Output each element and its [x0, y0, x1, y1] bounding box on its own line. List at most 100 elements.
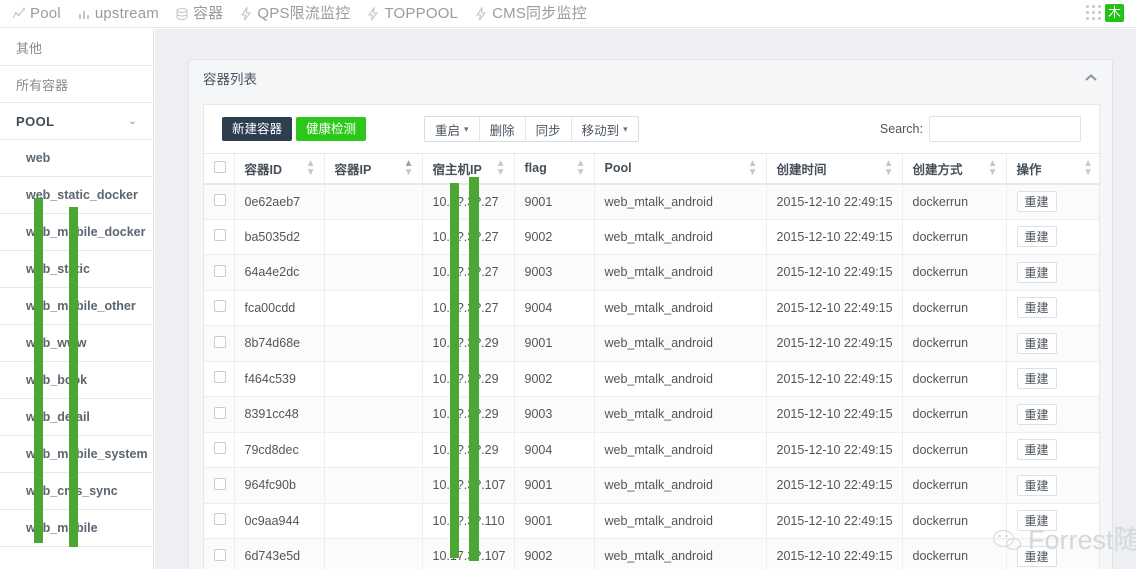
sidebar-item-web-cms-sync[interactable]: web_cms_sync [0, 473, 153, 510]
health-check-button[interactable]: 健康检测 [296, 117, 367, 141]
table-row[interactable]: fca00cdd 10.1?.3?.27 9004 web_mtalk_android… [204, 290, 1099, 326]
column-created-time[interactable]: 创建时间 ▲ ▼ [766, 153, 903, 185]
row-select-checkbox[interactable] [214, 513, 226, 526]
top-right-badge[interactable]: 木 [1086, 2, 1136, 24]
sidebar-item-web[interactable]: web [0, 140, 153, 177]
table-row[interactable]: 8391cc48 10.1?.3?.29 9003 web_mtalk_android… [204, 396, 1099, 433]
sidebar-item-web-mobile[interactable]: web_mobile [0, 510, 153, 547]
sidebar-group-pool[interactable]: POOL ⌄ [0, 103, 153, 140]
rebuild-button[interactable]: 重建 [1016, 403, 1057, 425]
cell-pool: web_mtalk_android [594, 325, 767, 362]
column-label: flag [524, 161, 547, 176]
nav-item-pool[interactable]: Pool [8, 6, 73, 21]
cell-created-time: 2015-12-10 22:49:15 [766, 467, 903, 504]
sidebar-item-web-book[interactable]: web_book [0, 362, 153, 399]
cell-container-id: 8391cc48 [234, 396, 325, 433]
sidebar-item-web-static[interactable]: web_static [0, 251, 153, 288]
column-container-ip[interactable]: 容器IP ▲ ▼ [324, 153, 423, 185]
move-to-dropdown-button[interactable]: 移动到 ▾ [571, 117, 638, 141]
bar-chart-icon [77, 7, 91, 21]
nav-item-qps-monitor[interactable]: QPS限流监控 [235, 6, 362, 21]
cell-flag: 9003 [514, 254, 595, 291]
cell-created-method: dockerrun [902, 503, 1007, 539]
create-container-button[interactable]: 新建容器 [222, 117, 293, 141]
cell-flag: 9002 [514, 219, 595, 255]
cell-created-method: dockerrun [902, 538, 1007, 569]
table-row[interactable]: 964fc90b 10.1?.3?.107 9001 web_mtalk_androi… [204, 467, 1099, 504]
rebuild-button[interactable]: 重建 [1016, 191, 1057, 212]
rebuild-button[interactable]: 重建 [1016, 297, 1057, 319]
row-select-checkbox[interactable] [214, 477, 226, 490]
table-row[interactable]: 64a4e2dc 10.1?.3?.27 9003 web_mtalk_android… [204, 254, 1099, 291]
rebuild-button[interactable]: 重建 [1016, 261, 1057, 283]
column-container-id[interactable]: 容器ID ▲ ▼ [234, 153, 325, 185]
rebuild-button[interactable]: 重建 [1016, 439, 1057, 461]
row-select-checkbox[interactable] [214, 300, 226, 313]
sidebar-item-web-mobile-docker[interactable]: web_mobile_docker [0, 214, 153, 251]
cell-actions: 重建 [1006, 432, 1099, 468]
rebuild-button[interactable]: 重建 [1016, 545, 1057, 567]
table-row[interactable]: 8b74d68e 10.1?.3?.29 9001 web_mtalk_android… [204, 325, 1099, 362]
top-navbar: Pool upstream 容器 QPS限流监控 TOPPOOL CMS同步监控… [0, 0, 1136, 28]
row-select-checkbox[interactable] [214, 548, 226, 561]
row-select-checkbox[interactable] [214, 264, 226, 277]
sidebar-item-label: web_mobile_other [26, 299, 136, 313]
select-all-checkbox[interactable] [214, 160, 226, 173]
sidebar-item-web-static-docker[interactable]: web_static_docker [0, 177, 153, 214]
table-row[interactable]: ba5035d2 10.1?.3?.27 9002 web_mtalk_android… [204, 219, 1099, 255]
sidebar-item-all-containers[interactable]: 所有容器 [0, 66, 153, 103]
column-actions[interactable]: 操作 ▲ ▼ [1006, 153, 1099, 185]
sidebar-item-other[interactable]: 其他 [0, 29, 153, 66]
cell-created-time: 2015-12-10 22:49:15 [766, 503, 903, 539]
cell-actions: 重建 [1006, 219, 1099, 255]
cell-actions: 重建 [1006, 396, 1099, 433]
cell-flag: 9002 [514, 361, 595, 397]
rebuild-button[interactable]: 重建 [1016, 332, 1057, 354]
cell-actions: 重建 [1006, 254, 1099, 291]
row-select-checkbox-cell [204, 254, 235, 291]
column-created-method[interactable]: 创建方式 ▲ ▼ [902, 153, 1007, 185]
nav-item-toppool[interactable]: TOPPOOL [362, 6, 470, 21]
row-select-checkbox[interactable] [214, 442, 226, 455]
cell-created-time: 2015-12-10 22:49:15 [766, 432, 903, 468]
row-select-checkbox[interactable] [214, 406, 226, 419]
row-select-checkbox-cell [204, 467, 235, 504]
sidebar-item-label: web_book [26, 373, 88, 387]
delete-button[interactable]: 删除 [479, 117, 526, 141]
row-select-checkbox[interactable] [214, 229, 226, 242]
cell-host-ip: 10.1?.3?.27 [422, 183, 515, 220]
cell-flag: 9004 [514, 290, 595, 326]
search-label: Search: [879, 122, 923, 136]
table-row[interactable]: 79cd8dec 10.1?.3?.29 9004 web_mtalk_android… [204, 432, 1099, 468]
nav-item-upstream[interactable]: upstream [73, 6, 171, 21]
rebuild-button[interactable]: 重建 [1016, 510, 1057, 532]
cell-container-id: f464c539 [234, 361, 325, 397]
rebuild-button[interactable]: 重建 [1016, 474, 1057, 496]
nav-item-containers[interactable]: 容器 [171, 6, 235, 21]
restart-dropdown-button[interactable]: 重启 ▾ [425, 117, 480, 141]
column-pool[interactable]: Pool ▲ ▼ [594, 153, 767, 185]
cell-created-method: dockerrun [902, 254, 1007, 291]
row-select-checkbox[interactable] [214, 335, 226, 348]
select-all-header[interactable] [204, 153, 235, 185]
rebuild-button[interactable]: 重建 [1016, 226, 1057, 248]
column-flag[interactable]: flag ▲ ▼ [514, 153, 595, 185]
cell-created-method: dockerrun [902, 325, 1007, 362]
table-row[interactable]: 0e62aeb7 10.1?.3?.27 9001 web_mtalk_android… [204, 183, 1099, 220]
row-select-checkbox[interactable] [214, 194, 226, 206]
table-row[interactable]: 6d743e5d 10.17.3?.107 9002 web_mtalk_androi… [204, 538, 1099, 569]
sidebar-item-web-www[interactable]: web_www [0, 325, 153, 362]
nav-item-cms-sync-monitor[interactable]: CMS同步监控 [470, 6, 599, 21]
column-host-ip[interactable]: 宿主机IP ▲ ▼ [422, 153, 515, 185]
sidebar-item-web-mobile-other[interactable]: web_mobile_other [0, 288, 153, 325]
badge-label: 木 [1105, 4, 1125, 22]
rebuild-button[interactable]: 重建 [1016, 368, 1057, 390]
sidebar-item-web-mobile-system[interactable]: web_mobile_system [0, 436, 153, 473]
table-row[interactable]: f464c539 10.1?.3?.29 9002 web_mtalk_android… [204, 361, 1099, 397]
sync-button[interactable]: 同步 [525, 117, 572, 141]
chevron-up-icon[interactable] [1084, 71, 1098, 86]
sidebar-item-web-detail[interactable]: web_detail [0, 399, 153, 436]
search-input[interactable] [929, 116, 1081, 142]
row-select-checkbox[interactable] [214, 371, 226, 384]
table-row[interactable]: 0c9aa944 10.1?.3?.110 9001 web_mtalk_androi… [204, 503, 1099, 539]
